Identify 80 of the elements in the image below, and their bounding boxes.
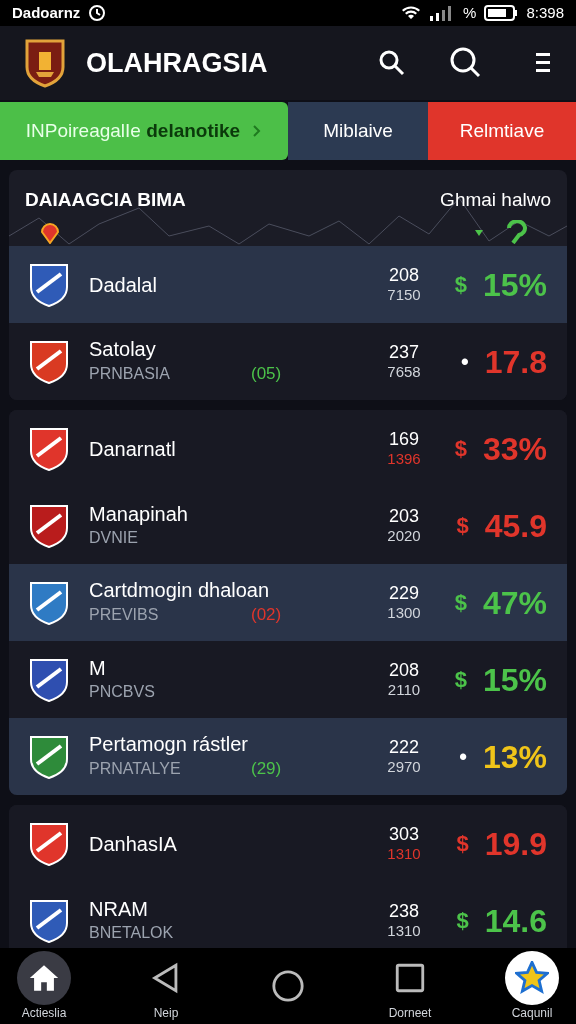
stat-number: 303 [388, 823, 419, 844]
score-label: (02) [251, 603, 282, 626]
percent-value: 13% [482, 737, 547, 777]
trend-indicator: $ [456, 907, 469, 935]
percent-value: 15% [482, 265, 547, 305]
stat-number: 208 [388, 659, 419, 680]
team-name: M [89, 655, 107, 680]
home-circle-icon [271, 969, 305, 1003]
team-subtitle: DVNIE [89, 527, 139, 548]
team-subtitle: PRNBASIA [89, 363, 171, 384]
team-name: Dadalal [89, 272, 158, 297]
team-name: Pertamogn rástler [89, 731, 249, 756]
tab[interactable]: Relmtiave [428, 102, 576, 160]
stat-number: 7658 [387, 361, 421, 382]
team-name: DanhasIA [89, 831, 178, 856]
crest-logo-icon [24, 38, 66, 88]
trend-indicator: $ [454, 666, 467, 694]
team-subtitle: PRNATALYE [89, 758, 182, 779]
team-name: Cartdmogin dhaloan [89, 577, 271, 602]
team-name: Manapinah [89, 501, 189, 526]
stat-number: 208 [388, 264, 419, 285]
stat-number: 1396 [387, 448, 421, 469]
stat-number: 2110 [387, 679, 421, 700]
stat-number: 7150 [387, 284, 421, 305]
percent-value: 33% [482, 429, 547, 469]
percent-value: 17.8 [484, 342, 547, 382]
trend-indicator: • [461, 348, 469, 376]
trend-indicator: $ [456, 830, 469, 858]
battery-icon [484, 5, 519, 21]
wifi-icon [401, 5, 422, 21]
stat-number: 1310 [387, 843, 421, 864]
team-row[interactable]: Cartdmogin dhaloan PREVIBS (02) 229 1300 $ 47% [9, 564, 567, 641]
team-name: Satolay [89, 336, 157, 361]
team-row[interactable]: Dadalal 208 7150 $ 15% [9, 246, 567, 323]
menu-icon[interactable] [534, 52, 552, 74]
stat-number: 238 [388, 900, 419, 921]
tab[interactable]: Miblaive [288, 102, 428, 160]
percent-value: 47% [482, 583, 547, 623]
stat-number: 237 [388, 341, 419, 362]
percent-value: 45.9 [484, 506, 547, 546]
percent-value: 19.9 [484, 824, 547, 864]
marker-icon [39, 222, 61, 244]
search-icon[interactable] [450, 47, 482, 79]
stat-number: 2020 [387, 525, 421, 546]
recents-icon [393, 961, 427, 995]
team-subtitle: BNETALOK [89, 922, 175, 943]
stat-number: 203 [388, 505, 419, 526]
carrier-name: Dadoarnz [12, 2, 81, 23]
trend-indicator: • [459, 743, 467, 771]
battery-text: % [463, 2, 477, 23]
stat-number: 1300 [387, 602, 421, 623]
trend-indicator: $ [454, 589, 467, 617]
card-title: DAIAAGCIA BIMA [25, 188, 186, 212]
stat-number: 1310 [387, 920, 421, 941]
star-icon [515, 961, 549, 995]
trend-indicator: $ [456, 512, 469, 540]
trend-indicator: $ [454, 271, 467, 299]
percent-value: 15% [482, 660, 547, 700]
clock-time: 8:398 [526, 2, 564, 23]
app-title: OLAHRAGSIA [86, 46, 269, 80]
chevron-right-icon [252, 124, 263, 138]
score-label: (05) [251, 362, 282, 385]
nav-item[interactable]: Dorneet [378, 951, 442, 1021]
stat-number: 222 [388, 736, 419, 757]
team-subtitle: PREVIBS [89, 604, 160, 625]
team-subtitle: PNCBVS [89, 681, 156, 702]
card-subtitle: Ghmai halwo [440, 188, 551, 212]
stat-number: 229 [388, 582, 419, 603]
stat-number: 169 [388, 428, 419, 449]
percent-value: 14.6 [484, 901, 547, 941]
stat-number: 2970 [387, 756, 421, 777]
clock-icon [88, 4, 107, 22]
team-row[interactable]: Pertamogn rástler PRNATALYE (29) 222 2970 • 13% [9, 718, 567, 795]
team-name: NRAM [89, 896, 149, 921]
search-icon[interactable] [378, 49, 406, 77]
trend-indicator: $ [454, 435, 467, 463]
tab[interactable]: INPoireagalIe delanotike [0, 102, 288, 160]
nav-item[interactable]: Neip [134, 951, 198, 1021]
score-label: (29) [251, 757, 282, 780]
team-name: Danarnatl [89, 436, 177, 461]
